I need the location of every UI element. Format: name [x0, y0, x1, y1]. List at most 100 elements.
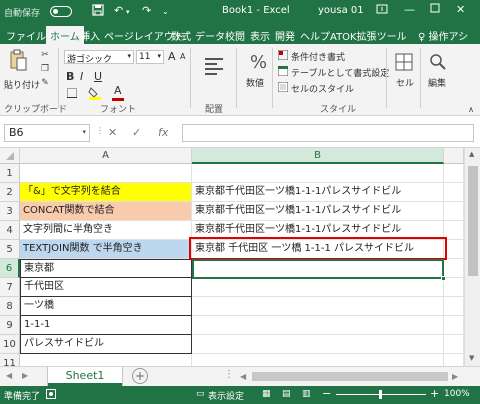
cell-c9[interactable] — [444, 316, 464, 335]
cancel-icon[interactable]: ✕ — [108, 126, 117, 139]
row-header[interactable]: 2 — [0, 183, 20, 202]
cell-b9[interactable] — [192, 316, 444, 335]
cell-b3[interactable]: 東京都千代田区一ツ橋1-1-1パレスサイドビル — [192, 202, 444, 221]
minimize-icon[interactable]: — — [404, 3, 415, 16]
fill-handle[interactable] — [441, 276, 446, 281]
column-header-b[interactable]: B — [192, 148, 444, 164]
conditional-format-icon[interactable] — [278, 50, 288, 60]
prev-sheet-icon[interactable]: ◀ — [6, 371, 12, 380]
cell-style-icon[interactable] — [278, 82, 288, 92]
cell-a4[interactable]: 文字列間に半角空き — [20, 221, 192, 240]
cell-c7[interactable] — [444, 278, 464, 297]
row-header[interactable]: 6 — [0, 259, 20, 278]
cell-c6[interactable] — [444, 259, 464, 278]
formula-input[interactable] — [182, 124, 474, 142]
table-format-icon[interactable] — [278, 66, 288, 76]
tab-developer[interactable]: 開発 — [275, 28, 295, 43]
cut-icon[interactable]: ✂ — [40, 50, 50, 60]
active-cell[interactable] — [192, 259, 444, 279]
cell-c3[interactable] — [444, 202, 464, 221]
autosave-toggle[interactable] — [50, 6, 72, 17]
row-header[interactable]: 7 — [0, 278, 20, 297]
vertical-scrollbar[interactable]: ▲ ▼ — [464, 148, 480, 366]
fill-color-icon[interactable] — [88, 86, 102, 100]
collapse-ribbon-icon[interactable]: ∧ — [466, 104, 476, 114]
cell-b7[interactable] — [192, 278, 444, 297]
cell-c8[interactable] — [444, 297, 464, 316]
cell-b8[interactable] — [192, 297, 444, 316]
tab-help[interactable]: ヘルプ — [300, 28, 330, 43]
underline-button[interactable]: U — [94, 70, 102, 83]
cell-c1[interactable] — [444, 164, 464, 183]
zoom-slider-thumb[interactable] — [379, 390, 382, 399]
more-options-icon[interactable]: ⋮ — [224, 369, 234, 380]
cell-a1[interactable] — [20, 164, 192, 183]
column-header-c[interactable] — [444, 148, 464, 164]
ribbon-display-icon[interactable] — [376, 3, 388, 18]
cells-icon[interactable] — [394, 52, 414, 72]
cell-a5[interactable]: TEXTJOIN関数 で半角空き — [20, 240, 192, 259]
column-header-a[interactable]: A — [20, 148, 192, 164]
undo-dropdown-icon[interactable]: ▾ — [126, 8, 130, 16]
table-format-button[interactable]: テーブルとして書式設定 — [291, 66, 389, 79]
cell-a9[interactable]: 1-1-1 — [20, 316, 192, 335]
clipboard-paste-icon[interactable] — [8, 48, 28, 72]
font-name-dropdown[interactable]: 游ゴシック ▾ — [64, 50, 134, 65]
cell-a8[interactable]: 一ツ橋 — [20, 297, 192, 316]
row-header[interactable]: 8 — [0, 297, 20, 316]
font-size-dropdown[interactable]: 11 ▾ — [136, 50, 164, 64]
tab-atok[interactable]: ATOK拡張ツール — [330, 28, 407, 43]
close-icon[interactable]: ✕ — [456, 3, 465, 16]
page-layout-view-icon[interactable]: ▤ — [282, 389, 291, 399]
row-header[interactable]: 9 — [0, 316, 20, 335]
row-header[interactable]: 1 — [0, 164, 20, 183]
save-icon[interactable] — [92, 4, 104, 19]
borders-icon[interactable] — [66, 88, 78, 98]
macro-record-icon[interactable] — [46, 389, 56, 402]
select-all-corner[interactable] — [0, 148, 20, 164]
row-header[interactable]: 10 — [0, 335, 20, 354]
add-sheet-icon[interactable]: + — [132, 368, 148, 384]
sheet-tab-sheet1[interactable]: Sheet1 — [48, 367, 122, 386]
bold-button[interactable]: B — [66, 70, 74, 83]
normal-view-icon[interactable]: ▦ — [262, 389, 271, 399]
row-header[interactable]: 4 — [0, 221, 20, 240]
cell-a10[interactable]: パレスサイドビル — [20, 335, 192, 354]
undo-icon[interactable]: ↶ — [114, 4, 123, 17]
name-box[interactable]: B6 ▾ — [4, 124, 90, 142]
cell-c4[interactable] — [444, 221, 464, 240]
redo-icon[interactable]: ↷ — [142, 4, 151, 17]
zoom-out-button[interactable]: − — [322, 387, 331, 400]
cell-b2[interactable]: 東京都千代田区一ツ橋1-1-1パレスサイドビル — [192, 183, 444, 202]
maximize-icon[interactable] — [430, 3, 440, 16]
tell-me-box[interactable]: ♀ 操作アシ — [418, 28, 468, 43]
percent-icon[interactable]: % — [250, 52, 267, 73]
paste-label[interactable]: 貼り付け — [4, 78, 40, 91]
alignment-icon[interactable] — [202, 54, 226, 78]
display-settings-button[interactable]: 表示設定 — [208, 389, 244, 402]
zoom-in-button[interactable]: + — [430, 387, 439, 400]
cell-c2[interactable] — [444, 183, 464, 202]
cells-button[interactable]: セル — [396, 76, 414, 89]
grow-font-icon[interactable]: A — [168, 50, 176, 63]
tab-view[interactable]: 表示 — [250, 28, 270, 43]
copy-icon[interactable]: ❐ — [40, 64, 50, 74]
cell-style-button[interactable]: セルのスタイル — [291, 82, 354, 95]
cell-c11[interactable] — [444, 354, 464, 366]
number-format-button[interactable]: 数値 — [246, 76, 264, 89]
tab-data[interactable]: データ — [195, 28, 225, 43]
scroll-left-icon[interactable]: ◀ — [240, 371, 248, 382]
row-header[interactable]: 5 — [0, 240, 20, 259]
row-header[interactable]: 3 — [0, 202, 20, 221]
cell-a11[interactable] — [20, 354, 192, 366]
row-header[interactable]: 11 — [0, 354, 20, 366]
page-break-view-icon[interactable]: ▥ — [302, 389, 311, 399]
cell-c5[interactable] — [444, 240, 464, 259]
tab-formulas[interactable]: 数式 — [171, 28, 191, 43]
insert-function-icon[interactable]: fx — [158, 126, 168, 139]
italic-button[interactable]: I — [80, 70, 83, 83]
format-painter-icon[interactable]: ✎ — [40, 78, 50, 88]
scroll-up-icon[interactable]: ▲ — [469, 150, 474, 158]
next-sheet-icon[interactable]: ▶ — [22, 371, 28, 380]
font-color-button[interactable]: A — [114, 84, 122, 97]
